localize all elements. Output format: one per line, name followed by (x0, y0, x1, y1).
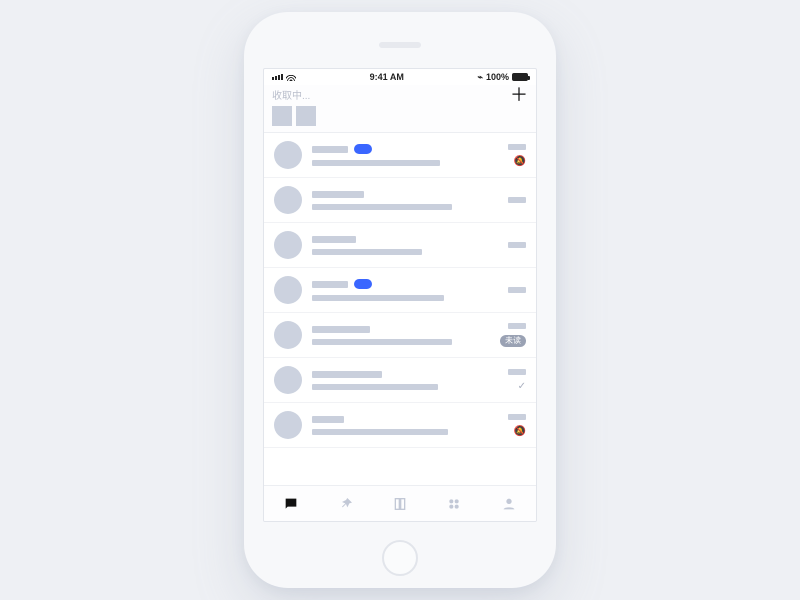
title-placeholder (312, 371, 382, 378)
avatar (274, 276, 302, 304)
conversation-list[interactable]: 🔕 未读 ✓ 🔕 (264, 133, 536, 485)
loading-label: 收取中... (272, 87, 310, 102)
tab-bar (264, 485, 536, 521)
tab-docs[interactable] (391, 495, 409, 513)
title-placeholder (312, 236, 356, 243)
time-placeholder (508, 242, 526, 248)
unread-badge (354, 279, 372, 289)
signal-icon (272, 74, 283, 80)
header-tabs-placeholder (272, 106, 528, 126)
time-placeholder (508, 144, 526, 150)
battery-percent: 100% (486, 72, 509, 82)
preview-placeholder (312, 204, 452, 210)
sent-check-icon: ✓ (518, 381, 526, 392)
tab-apps[interactable] (445, 495, 463, 513)
phone-speaker (379, 42, 421, 48)
time-placeholder (508, 369, 526, 375)
phone-frame: 9:41 AM ⌁ 100% 收取中... ＋ 🔕 未读 ✓ 🔕 (244, 12, 556, 588)
preview-placeholder (312, 295, 444, 301)
preview-placeholder (312, 384, 438, 390)
list-item[interactable]: ✓ (264, 358, 536, 403)
home-button[interactable] (382, 540, 418, 576)
avatar (274, 186, 302, 214)
tab-me[interactable] (500, 495, 518, 513)
list-item[interactable]: 🔕 (264, 133, 536, 178)
preview-placeholder (312, 249, 422, 255)
avatar (274, 231, 302, 259)
avatar (274, 141, 302, 169)
preview-placeholder (312, 160, 440, 166)
battery-icon (512, 73, 528, 81)
list-item[interactable]: 未读 (264, 313, 536, 358)
preview-placeholder (312, 339, 452, 345)
tab-chat[interactable] (282, 495, 300, 513)
title-placeholder (312, 326, 370, 333)
mute-icon: 🔕 (514, 426, 526, 437)
title-placeholder (312, 281, 348, 288)
avatar (274, 321, 302, 349)
title-placeholder (312, 416, 344, 423)
preview-placeholder (312, 429, 448, 435)
app-header: 收取中... ＋ (264, 85, 536, 133)
bluetooth-icon: ⌁ (478, 72, 483, 83)
list-item[interactable] (264, 178, 536, 223)
app-screen: 9:41 AM ⌁ 100% 收取中... ＋ 🔕 未读 ✓ 🔕 (263, 68, 537, 522)
mute-icon: 🔕 (514, 156, 526, 167)
time-placeholder (508, 197, 526, 203)
time-placeholder (508, 323, 526, 329)
list-item[interactable] (264, 268, 536, 313)
unread-badge (354, 144, 372, 154)
title-placeholder (312, 191, 364, 198)
avatar (274, 411, 302, 439)
title-placeholder (312, 146, 348, 153)
status-bar: 9:41 AM ⌁ 100% (264, 69, 536, 85)
tab-pin[interactable] (337, 495, 355, 513)
time-placeholder (508, 287, 526, 293)
list-item[interactable]: 🔕 (264, 403, 536, 448)
wifi-icon (286, 73, 296, 81)
status-time: 9:41 AM (296, 72, 478, 82)
time-placeholder (508, 414, 526, 420)
compose-button[interactable]: ＋ (510, 88, 528, 102)
unread-pill: 未读 (500, 335, 526, 347)
list-item[interactable] (264, 223, 536, 268)
avatar (274, 366, 302, 394)
